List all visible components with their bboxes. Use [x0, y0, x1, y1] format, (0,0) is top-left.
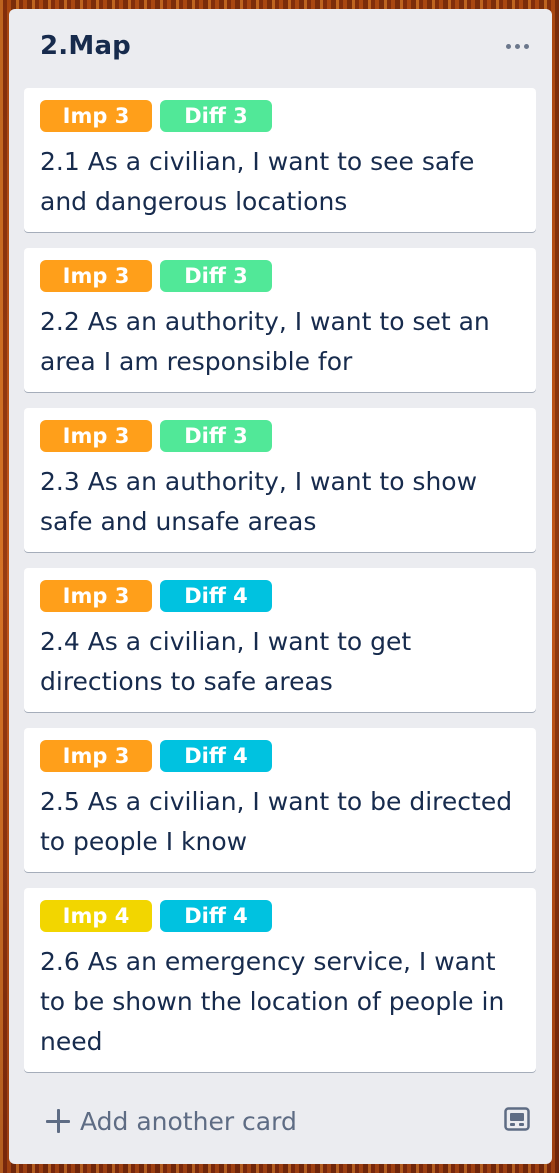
card[interactable]: Imp 3 Diff 3 2.2 As an authority, I want… [24, 248, 536, 392]
difficulty-label[interactable]: Diff 4 [160, 580, 272, 612]
card-labels: Imp 3 Diff 4 [40, 740, 272, 772]
card-labels: Imp 4 Diff 4 [40, 900, 272, 932]
more-icon-dot [523, 43, 529, 49]
card-title: 2.1 As a civilian, I want to see safe an… [40, 147, 475, 216]
importance-label[interactable]: Imp 3 [40, 260, 152, 292]
card[interactable]: Imp 4 Diff 4 2.6 As an emergency service… [24, 888, 536, 1072]
add-card-label: Add another card [80, 1106, 297, 1136]
importance-label[interactable]: Imp 3 [40, 740, 152, 772]
more-icon-dot [514, 43, 520, 49]
card[interactable]: Imp 3 Diff 3 2.1 As a civilian, I want t… [24, 88, 536, 232]
card-title: 2.4 As a civilian, I want to get directi… [40, 627, 412, 696]
card[interactable]: Imp 3 Diff 4 2.4 As a civilian, I want t… [24, 568, 536, 712]
card-title: 2.3 As an authority, I want to show safe… [40, 467, 478, 536]
plus-icon [46, 1109, 70, 1133]
difficulty-label[interactable]: Diff 3 [160, 100, 272, 132]
card-labels: Imp 3 Diff 3 [40, 100, 272, 132]
card[interactable]: Imp 3 Diff 4 2.5 As a civilian, I want t… [24, 728, 536, 872]
importance-label[interactable]: Imp 3 [40, 580, 152, 612]
card-title: 2.5 As a civilian, I want to be directed… [40, 787, 513, 856]
importance-label[interactable]: Imp 4 [40, 900, 152, 932]
add-card-button[interactable]: Add another card [46, 1101, 297, 1141]
importance-label[interactable]: Imp 3 [40, 420, 152, 452]
list-menu-button[interactable] [500, 29, 534, 63]
card-template-icon[interactable] [504, 1107, 530, 1131]
card-labels: Imp 3 Diff 3 [40, 420, 272, 452]
card-title: 2.2 As an authority, I want to set an ar… [40, 307, 490, 376]
list-column: 2.Map Imp 3 Diff 3 2.1 As a civilian, I … [9, 9, 552, 1164]
more-icon [505, 43, 511, 49]
difficulty-label[interactable]: Diff 4 [160, 900, 272, 932]
card-title: 2.6 As an emergency service, I want to b… [40, 947, 505, 1056]
card-labels: Imp 3 Diff 4 [40, 580, 272, 612]
difficulty-label[interactable]: Diff 4 [160, 740, 272, 772]
difficulty-label[interactable]: Diff 3 [160, 420, 272, 452]
importance-label[interactable]: Imp 3 [40, 100, 152, 132]
card-labels: Imp 3 Diff 3 [40, 260, 272, 292]
card[interactable]: Imp 3 Diff 3 2.3 As an authority, I want… [24, 408, 536, 552]
list-header: 2.Map [9, 9, 552, 89]
difficulty-label[interactable]: Diff 3 [160, 260, 272, 292]
list-title[interactable]: 2.Map [40, 31, 131, 61]
